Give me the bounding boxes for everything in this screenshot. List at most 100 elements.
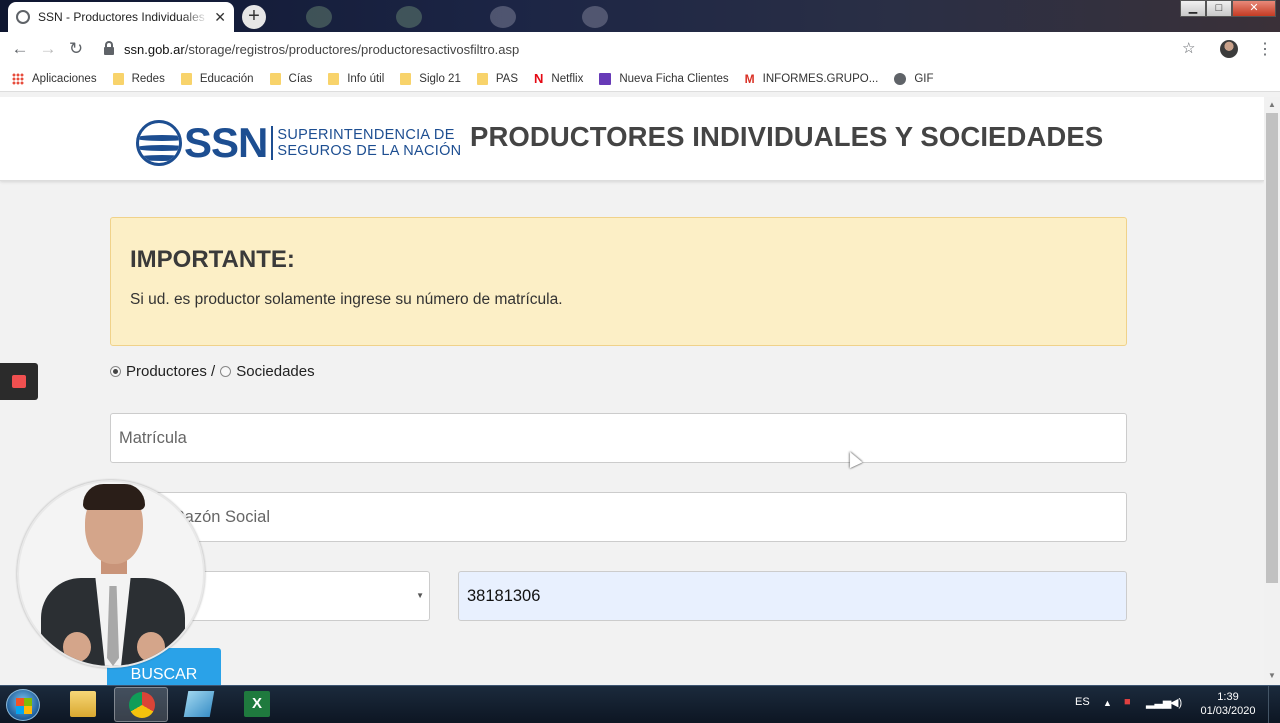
desktop-bubble-icon bbox=[306, 6, 332, 28]
browser-toolbar: ← → ↻ ssn.gob.ar/storage/registros/produ… bbox=[0, 32, 1280, 66]
bookmark-label: Siglo 21 bbox=[419, 72, 461, 85]
bookmark-item[interactable]: Info útil bbox=[328, 72, 385, 85]
bookmark-label: Redes bbox=[131, 72, 165, 85]
scroll-down-icon[interactable]: ▼ bbox=[1268, 671, 1276, 680]
logo-separator bbox=[271, 126, 274, 160]
globe-icon bbox=[16, 10, 30, 24]
scroll-up-icon[interactable]: ▲ bbox=[1268, 100, 1276, 109]
bookmark-item[interactable]: Cías bbox=[269, 72, 313, 85]
folder-icon bbox=[112, 72, 124, 85]
bookmark-label: Educación bbox=[199, 72, 254, 85]
forward-arrow-icon[interactable]: → bbox=[34, 39, 62, 59]
taskbar-excel[interactable]: X bbox=[230, 687, 284, 722]
bookmark-star-icon[interactable]: ☆ bbox=[1182, 39, 1195, 57]
bookmark-item[interactable]: M INFORMES.GRUPO... bbox=[745, 72, 879, 86]
tab-title: SSN - Productores Individuales y Socieda… bbox=[38, 10, 208, 24]
menu-kebab-icon[interactable]: ⋮ bbox=[1257, 39, 1273, 59]
windows-taskbar: X ES ▲ ■ ▂▃▅ ◀) 1:39 01/03/2020 bbox=[0, 685, 1280, 723]
folder-icon bbox=[269, 72, 281, 85]
notes-icon bbox=[183, 691, 215, 717]
razon-social-input[interactable]: o Razón Social bbox=[110, 492, 1127, 542]
bookmark-item[interactable]: GIF bbox=[894, 72, 934, 85]
folder-icon bbox=[328, 72, 340, 85]
matricula-placeholder: Matrícula bbox=[119, 428, 187, 447]
clock-date: 01/03/2020 bbox=[1200, 705, 1256, 717]
page-scrollbar[interactable]: ▲ ▼ bbox=[1264, 97, 1280, 685]
window-controls: ▁ □ ✕ bbox=[1180, 0, 1276, 18]
bookmark-label: Cías bbox=[288, 72, 313, 85]
document-number-input[interactable]: 38181306 bbox=[458, 571, 1127, 621]
recording-stop-button[interactable] bbox=[0, 363, 38, 400]
taskbar-explorer[interactable] bbox=[56, 687, 110, 722]
bookmark-item[interactable]: Siglo 21 bbox=[400, 72, 461, 85]
bookmark-item[interactable]: Redes bbox=[112, 72, 165, 85]
bookmark-item[interactable]: Aplicaciones bbox=[12, 72, 97, 85]
window-close-button[interactable]: ✕ bbox=[1232, 0, 1276, 17]
taskbar-clock[interactable]: 1:39 01/03/2020 bbox=[1196, 690, 1260, 718]
tab-close-icon[interactable]: ✕ bbox=[214, 9, 226, 26]
bookmark-item[interactable]: Educación bbox=[180, 72, 254, 85]
bookmark-label: INFORMES.GRUPO... bbox=[762, 72, 879, 85]
bookmarks-bar: Aplicaciones Redes Educación Cías Info útil S… bbox=[0, 66, 1280, 92]
new-tab-button[interactable]: + bbox=[242, 5, 266, 29]
clock-time: 1:39 bbox=[1217, 691, 1239, 703]
windows-start-button[interactable] bbox=[6, 689, 40, 721]
minimize-button[interactable]: ▁ bbox=[1180, 0, 1206, 17]
taskbar-notes[interactable] bbox=[172, 687, 226, 722]
bookmark-item[interactable]: N Netflix bbox=[534, 71, 583, 86]
bookmark-label: PAS bbox=[495, 72, 519, 85]
taskbar-chrome[interactable] bbox=[114, 687, 168, 722]
alert-text: Si ud. es productor solamente ingrese su… bbox=[130, 291, 563, 308]
folder-icon bbox=[476, 72, 488, 85]
lock-icon bbox=[104, 41, 114, 55]
maximize-button[interactable]: □ bbox=[1206, 0, 1232, 17]
dropdown-arrow-icon: ▼ bbox=[416, 591, 424, 600]
browser-tab[interactable]: SSN - Productores Individuales y Socieda… bbox=[8, 2, 234, 32]
globe-icon bbox=[894, 72, 907, 85]
chrome-icon bbox=[129, 692, 155, 718]
netflix-icon: N bbox=[534, 71, 544, 86]
bookmark-label: Netflix bbox=[551, 72, 584, 85]
matricula-input[interactable]: Matrícula bbox=[110, 413, 1127, 463]
tray-alert-icon[interactable]: ■ bbox=[1124, 696, 1131, 708]
folder-icon bbox=[70, 691, 96, 717]
ssn-globe-icon bbox=[136, 120, 182, 166]
alert-title: IMPORTANTE: bbox=[130, 246, 295, 273]
logo-subtitle: SUPERINTENDENCIA DE SEGUROS DE LA NACIÓN bbox=[277, 127, 462, 159]
bookmark-label: Nueva Ficha Clientes bbox=[619, 72, 729, 85]
browser-titlebar: SSN - Productores Individuales y Socieda… bbox=[0, 0, 1280, 32]
radio-sociedades[interactable] bbox=[220, 366, 232, 377]
reload-icon[interactable]: ↻ bbox=[62, 39, 90, 59]
bookmark-label: Info útil bbox=[347, 72, 385, 85]
tray-arrow-icon[interactable]: ▲ bbox=[1103, 698, 1112, 708]
volume-icon[interactable]: ◀) bbox=[1170, 696, 1182, 709]
sheets-icon bbox=[599, 72, 612, 85]
desktop-bubble-icon bbox=[396, 6, 422, 28]
type-radio-group: Productores / Sociedades bbox=[110, 363, 315, 380]
desktop-bubble-icon bbox=[490, 6, 516, 28]
language-indicator[interactable]: ES bbox=[1075, 696, 1090, 708]
bookmark-item[interactable]: Nueva Ficha Clientes bbox=[599, 72, 729, 85]
page-title: PRODUCTORES INDIVIDUALES Y SOCIEDADES bbox=[470, 121, 1104, 152]
gmail-icon: M bbox=[744, 71, 755, 86]
site-header: SSN SUPERINTENDENCIA DE SEGUROS DE LA NAC… bbox=[0, 97, 1264, 181]
ssn-logo[interactable]: SSN SUPERINTENDENCIA DE SEGUROS DE LA NAC… bbox=[136, 119, 461, 167]
desktop-bubble-icon bbox=[582, 6, 608, 28]
show-desktop-button[interactable] bbox=[1268, 686, 1280, 723]
signal-icon[interactable]: ▂▃▅ bbox=[1146, 696, 1171, 709]
document-number-value: 38181306 bbox=[467, 586, 541, 605]
bookmark-label: GIF bbox=[914, 72, 934, 85]
excel-icon: X bbox=[244, 691, 270, 717]
radio-productores[interactable] bbox=[110, 366, 121, 377]
folder-icon bbox=[180, 72, 192, 85]
scrollbar-thumb[interactable] bbox=[1266, 113, 1278, 583]
bookmark-item[interactable]: PAS bbox=[476, 72, 519, 85]
address-bar[interactable]: ssn.gob.ar/storage/registros/productores… bbox=[104, 36, 1208, 62]
webcam-overlay bbox=[17, 480, 205, 668]
back-arrow-icon[interactable]: ← bbox=[6, 39, 34, 59]
logo-ssn-text: SSN bbox=[184, 119, 268, 166]
important-alert: IMPORTANTE: Si ud. es productor solament… bbox=[110, 217, 1127, 346]
radio-sociedades-label: Sociedades bbox=[236, 363, 315, 380]
profile-avatar[interactable] bbox=[1220, 40, 1238, 58]
bookmark-label: Aplicaciones bbox=[32, 72, 97, 85]
